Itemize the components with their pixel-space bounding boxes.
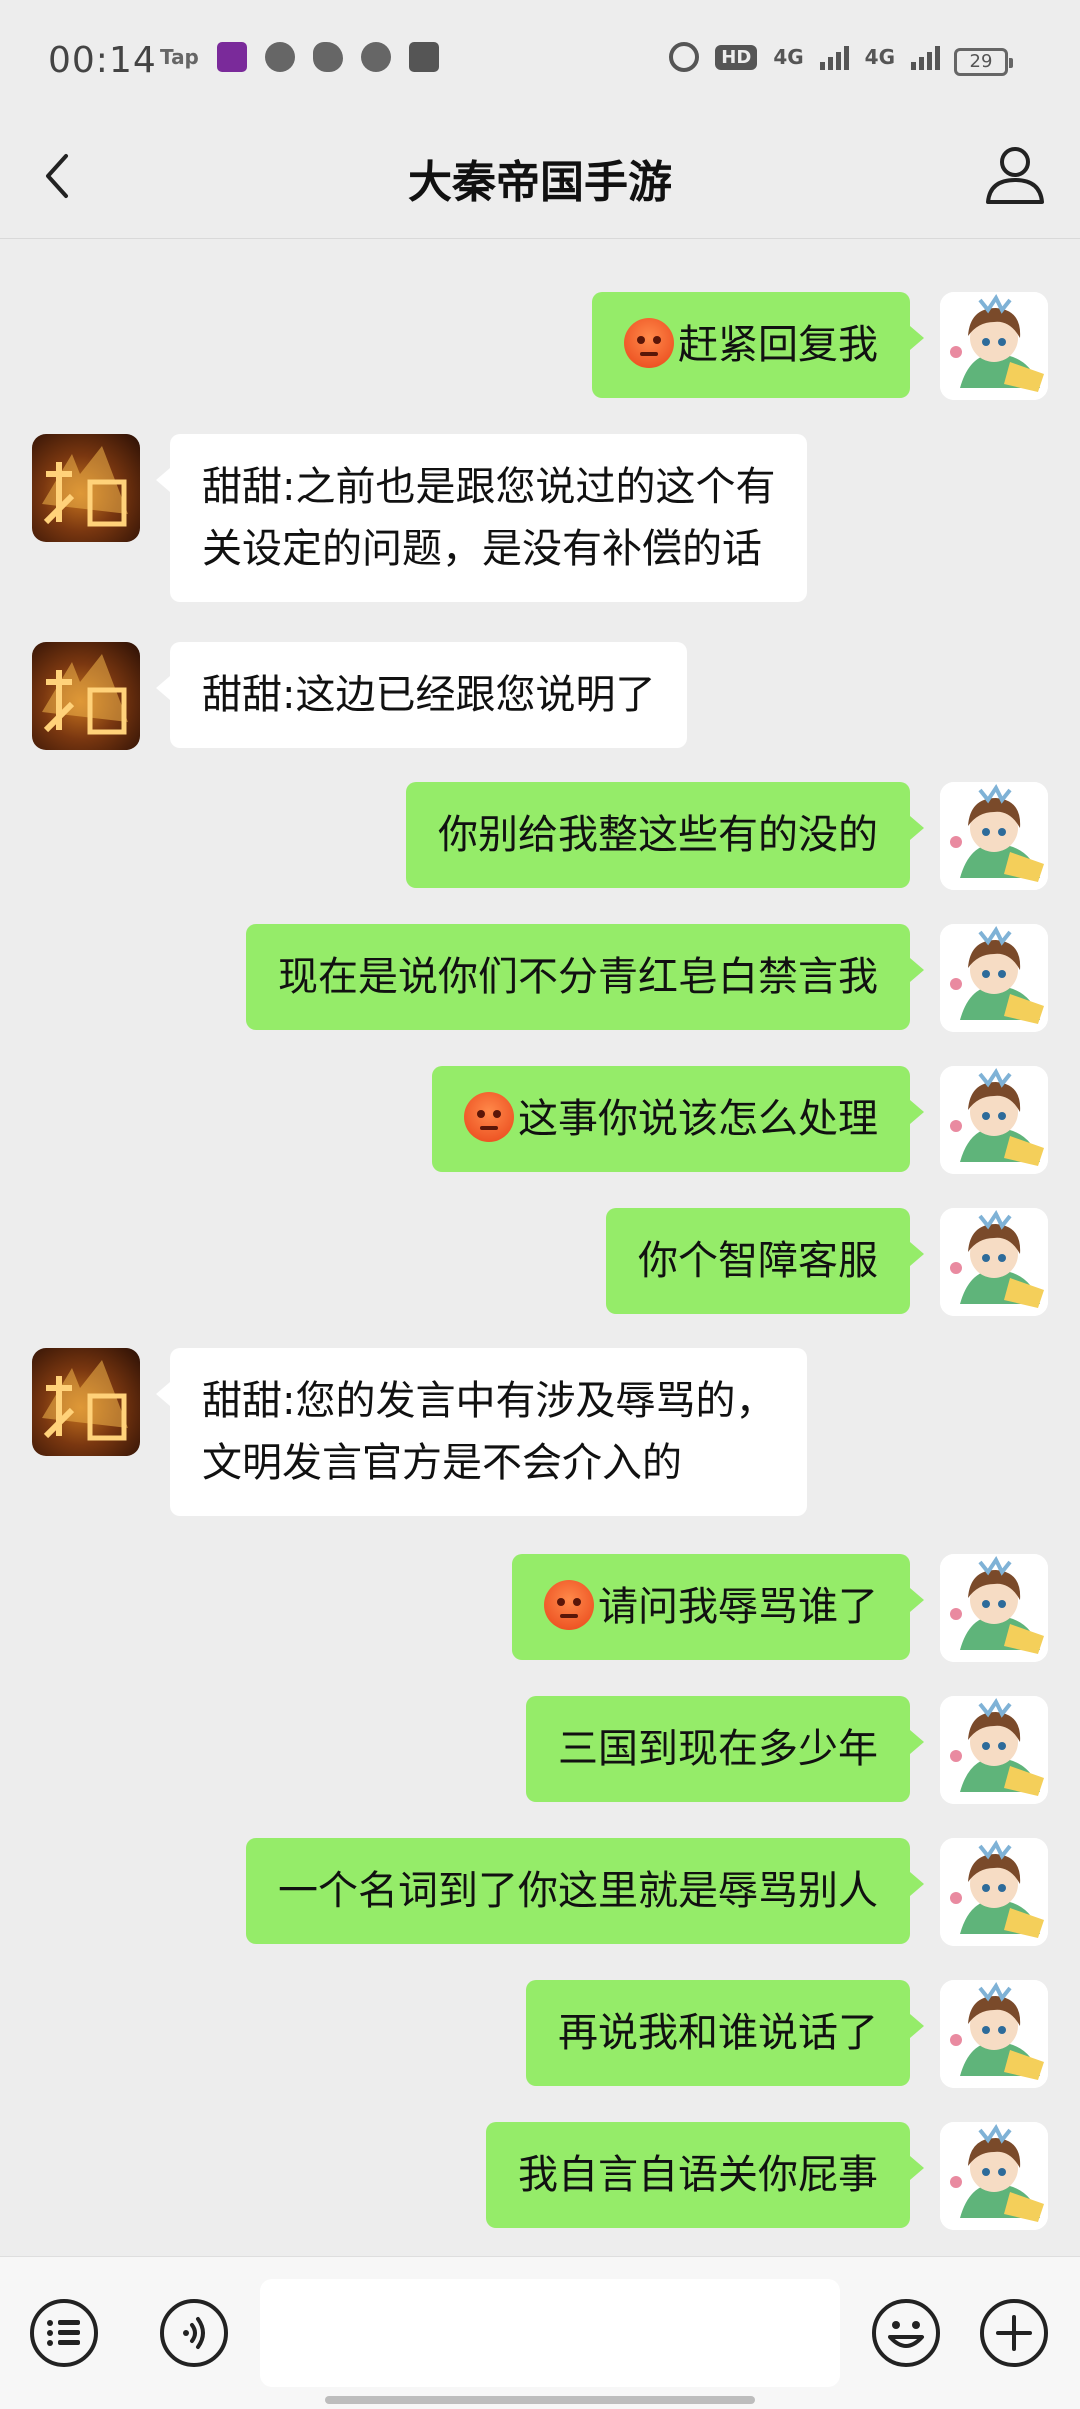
network-type-2: 4G bbox=[864, 45, 895, 69]
message-list: 赶紧回复我 甜甜:之前也是跟您说过的这个有 关设定的问题，是没有补偿的话 甜甜:这边已… bbox=[0, 240, 1080, 2230]
message-bubble[interactable]: 请问我辱骂谁了 bbox=[512, 1554, 924, 1660]
message-text: 我自言自语关你屁事 bbox=[518, 2152, 878, 2198]
message-text: 现在是说你们不分青红皂白禁言我 bbox=[278, 954, 878, 1000]
hd-icon: HD bbox=[715, 44, 758, 70]
alarm-icon bbox=[669, 42, 700, 72]
message-bubble[interactable]: 再说我和谁说话了 bbox=[526, 1980, 924, 2086]
person-icon[interactable] bbox=[980, 140, 1050, 210]
signal-icon bbox=[911, 44, 940, 70]
game-avatar[interactable] bbox=[32, 1348, 140, 1456]
message-text: 请问我辱骂谁了 bbox=[598, 1584, 878, 1630]
message-bubble[interactable]: 这事你说该怎么处理 bbox=[432, 1066, 924, 1172]
message-bubble[interactable]: 你个智障客服 bbox=[606, 1208, 924, 1314]
speed-app-icon bbox=[360, 42, 391, 72]
user-avatar[interactable] bbox=[940, 2122, 1048, 2230]
chat-title: 大秦帝国手游 bbox=[408, 157, 672, 208]
battery-icon: 29 bbox=[954, 48, 1013, 76]
message-bubble[interactable]: 三国到现在多少年 bbox=[526, 1696, 924, 1802]
home-indicator[interactable] bbox=[325, 2396, 755, 2404]
book-app-icon bbox=[408, 42, 439, 72]
user-avatar[interactable] bbox=[940, 1554, 1048, 1662]
message-text: 你别给我整这些有的没的 bbox=[438, 812, 878, 858]
input-bar bbox=[0, 2256, 1080, 2409]
tap-app-icon: Tap bbox=[160, 45, 199, 69]
system-indicators: HD 4G 4G bbox=[669, 42, 940, 72]
message-bubble[interactable]: 你别给我整这些有的没的 bbox=[406, 782, 924, 888]
message-text: 再说我和谁说话了 bbox=[558, 2010, 878, 2056]
message-text-line: 甜甜:您的发言中有涉及辱骂的， bbox=[202, 1378, 776, 1424]
status-time: 00:14 bbox=[48, 40, 157, 81]
angry-emoji-icon bbox=[624, 318, 674, 368]
message-text-line: 甜甜:之前也是跟您说过的这个有 bbox=[202, 464, 776, 510]
message-text-line: 甜甜:这边已经跟您说明了 bbox=[202, 672, 656, 718]
message-text: 这事你说该怎么处理 bbox=[518, 1096, 878, 1142]
game-avatar[interactable] bbox=[32, 642, 140, 750]
message-text: 你个智障客服 bbox=[638, 1238, 878, 1284]
signal-icon bbox=[819, 44, 849, 70]
chat-header: 大秦帝国手游 bbox=[0, 120, 1080, 239]
voice-icon[interactable] bbox=[158, 2297, 230, 2369]
angry-emoji-icon bbox=[464, 1092, 514, 1142]
message-text-line: 文明发言官方是不会介入的 bbox=[202, 1440, 682, 1486]
message-bubble[interactable]: 现在是说你们不分青红皂白禁言我 bbox=[246, 924, 924, 1030]
message-text: 三国到现在多少年 bbox=[558, 1726, 878, 1772]
user-avatar[interactable] bbox=[940, 1696, 1048, 1804]
user-avatar[interactable] bbox=[940, 1980, 1048, 2088]
message-bubble[interactable]: 一个名词到了你这里就是辱骂别人 bbox=[246, 1838, 924, 1944]
message-bubble[interactable]: 赶紧回复我 bbox=[592, 292, 924, 398]
user-avatar[interactable] bbox=[940, 292, 1048, 400]
audio-app-icon bbox=[264, 42, 295, 72]
list-icon[interactable] bbox=[28, 2297, 100, 2369]
user-avatar[interactable] bbox=[940, 782, 1048, 890]
message-bubble[interactable]: 我自言自语关你屁事 bbox=[486, 2122, 924, 2228]
game-avatar[interactable] bbox=[32, 434, 140, 542]
message-bubble[interactable]: 甜甜:之前也是跟您说过的这个有 关设定的问题，是没有补偿的话 bbox=[155, 434, 808, 602]
notification-icons: Tap bbox=[160, 42, 439, 72]
bird-app-icon bbox=[312, 42, 343, 72]
angry-emoji-icon bbox=[544, 1580, 594, 1630]
message-input[interactable] bbox=[260, 2279, 840, 2387]
network-type-1: 4G bbox=[773, 45, 804, 69]
video-app-icon bbox=[216, 42, 247, 72]
user-avatar[interactable] bbox=[940, 1838, 1048, 1946]
message-bubble[interactable]: 甜甜:这边已经跟您说明了 bbox=[155, 642, 688, 748]
message-text: 赶紧回复我 bbox=[678, 322, 878, 368]
message-bubble[interactable]: 甜甜:您的发言中有涉及辱骂的， 文明发言官方是不会介入的 bbox=[155, 1348, 808, 1516]
smiley-icon[interactable] bbox=[870, 2297, 942, 2369]
user-avatar[interactable] bbox=[940, 1208, 1048, 1316]
status-bar: 00:14 Tap HD 4G 4G 29 bbox=[0, 0, 1080, 120]
user-avatar[interactable] bbox=[940, 924, 1048, 1032]
message-text: 一个名词到了你这里就是辱骂别人 bbox=[278, 1868, 878, 1914]
user-avatar[interactable] bbox=[940, 1066, 1048, 1174]
message-text-line: 关设定的问题，是没有补偿的话 bbox=[202, 526, 762, 572]
plus-icon[interactable] bbox=[978, 2297, 1050, 2369]
